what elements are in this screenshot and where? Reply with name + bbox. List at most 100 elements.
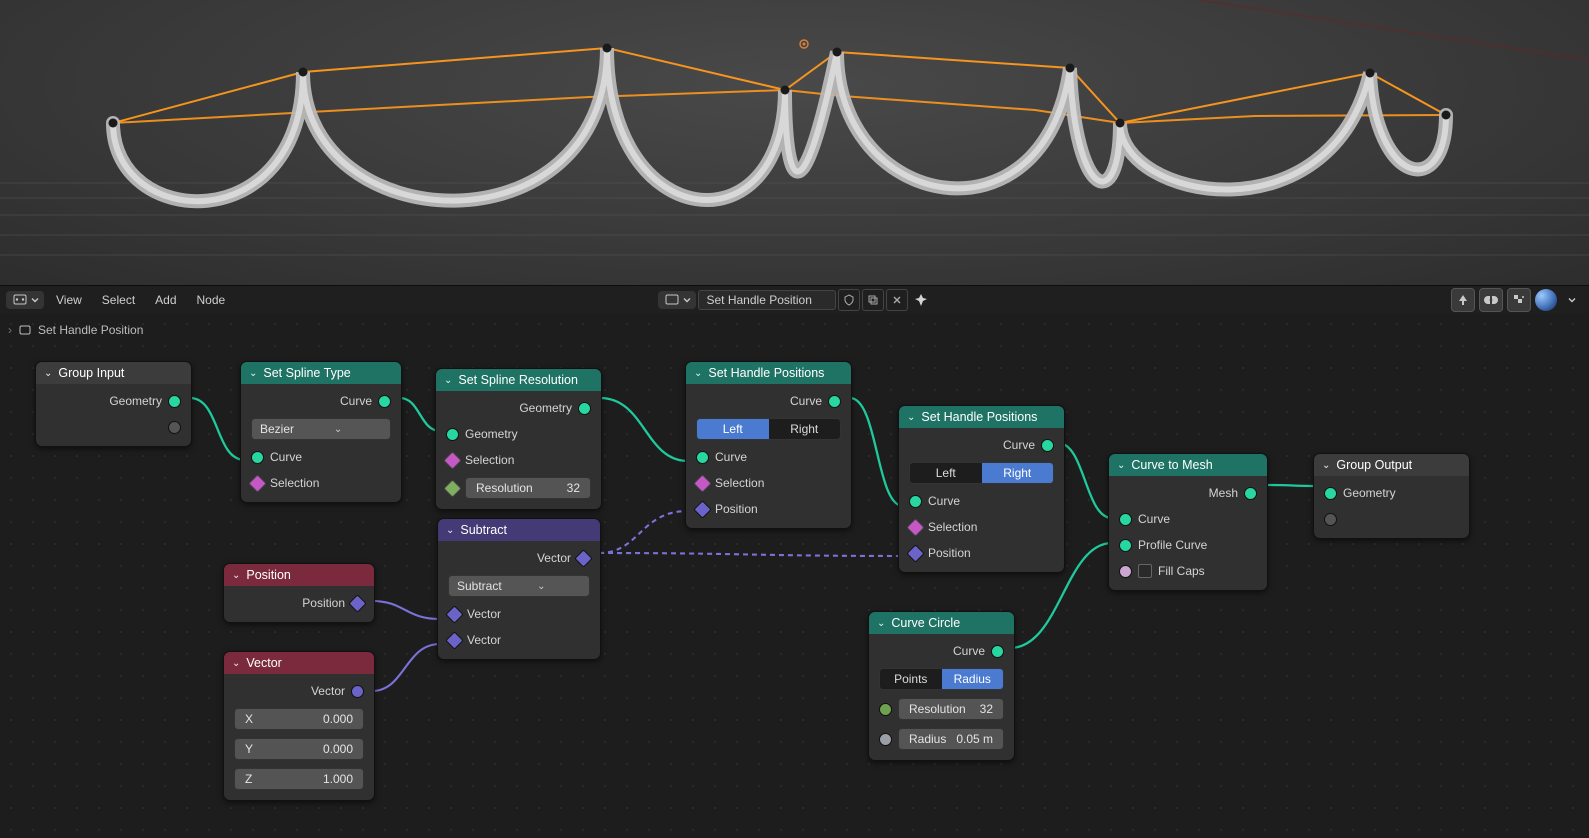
menu-node[interactable]: Node — [189, 290, 234, 310]
data-type-dropdown[interactable] — [658, 291, 696, 309]
node-curve-circle[interactable]: ⌄Curve Circle Curve Points Radius Resolu… — [868, 611, 1015, 761]
socket-vector-in[interactable] — [445, 631, 463, 649]
nodetree-icon — [18, 323, 32, 337]
node-group-output[interactable]: ⌄Group Output Geometry — [1313, 453, 1470, 539]
socket-label: Mesh — [1209, 486, 1238, 500]
seg-left[interactable]: Left — [910, 463, 982, 483]
node-group-input[interactable]: ⌄ Group Input Geometry — [35, 361, 192, 447]
socket-geometry-out[interactable] — [578, 402, 591, 415]
node-curve-to-mesh[interactable]: ⌄Curve to Mesh Mesh Curve Profile Curve … — [1108, 453, 1268, 591]
socket-curve-in[interactable] — [251, 451, 264, 464]
header-right-tools — [1451, 288, 1583, 312]
socket-label: Geometry — [1343, 486, 1396, 500]
socket-virtual-out[interactable] — [168, 421, 181, 434]
seg-points[interactable]: Points — [880, 669, 942, 689]
socket-virtual-in[interactable] — [1324, 513, 1337, 526]
field-label: Radius — [909, 732, 946, 746]
matcap-icon — [1535, 289, 1557, 311]
node-set-handle-positions-right[interactable]: ⌄Set Handle Positions Curve Left Right C… — [898, 405, 1065, 573]
socket-vector-out[interactable] — [574, 549, 592, 567]
socket-label: Curve — [1138, 512, 1170, 526]
circle-mode-segmented[interactable]: Points Radius — [879, 668, 1004, 690]
socket-vector-out[interactable] — [351, 685, 364, 698]
node-position[interactable]: ⌄Position Position — [223, 563, 375, 623]
header-active-path: Set Handle Position — [658, 289, 932, 311]
fake-user-button[interactable] — [838, 289, 860, 311]
node-set-spline-type[interactable]: ⌄Set Spline Type Curve Bezier⌄ Curve Sel… — [240, 361, 402, 503]
node-vector[interactable]: ⌄Vector Vector X0.000 Y0.000 Z1.000 — [223, 651, 375, 801]
overlay-icon — [1512, 293, 1526, 307]
node-vector-math-subtract[interactable]: ⌄Subtract Vector Subtract⌄ Vector Vector — [437, 518, 601, 660]
handle-mode-segmented[interactable]: Left Right — [696, 418, 841, 440]
socket-selection-in[interactable] — [906, 518, 924, 536]
circle-resolution-field[interactable]: Resolution32 — [898, 698, 1004, 720]
socket-position-in[interactable] — [906, 544, 924, 562]
socket-label: Curve — [340, 394, 372, 408]
close-icon — [891, 294, 903, 306]
resolution-field[interactable]: Resolution32 — [465, 477, 591, 499]
socket-label: Selection — [465, 453, 514, 467]
vector-x-field[interactable]: X 0.000 — [234, 708, 364, 730]
pin-button[interactable] — [910, 290, 932, 310]
socket-geometry-in[interactable] — [446, 428, 459, 441]
seg-left[interactable]: Left — [697, 419, 769, 439]
tool-overlay-button[interactable] — [1507, 288, 1531, 312]
menu-add[interactable]: Add — [147, 290, 184, 310]
viewport-3d[interactable] — [0, 0, 1589, 285]
node-title: ⌄ Group Input — [36, 362, 191, 384]
socket-curve-out[interactable] — [991, 645, 1004, 658]
socket-label: Selection — [270, 476, 319, 490]
socket-int-in[interactable] — [443, 479, 461, 497]
socket-vector-in[interactable] — [445, 605, 463, 623]
socket-int-in[interactable] — [879, 703, 892, 716]
node-set-handle-positions-left[interactable]: ⌄Set Handle Positions Curve Left Right C… — [685, 361, 852, 529]
socket-label: Position — [302, 596, 345, 610]
socket-selection-in[interactable] — [693, 474, 711, 492]
socket-profile-in[interactable] — [1119, 539, 1132, 552]
socket-curve-out[interactable] — [828, 395, 841, 408]
new-copy-button[interactable] — [862, 289, 884, 311]
socket-selection-in[interactable] — [443, 451, 461, 469]
tool-arrow-button[interactable] — [1451, 288, 1475, 312]
spline-type-dropdown[interactable]: Bezier⌄ — [251, 418, 391, 440]
socket-position-out[interactable] — [348, 594, 366, 612]
socket-geometry-in[interactable] — [1324, 487, 1337, 500]
node-title-label: Set Spline Resolution — [458, 373, 578, 387]
menu-select[interactable]: Select — [94, 290, 143, 310]
node-title-label: Subtract — [460, 523, 507, 537]
vector-z-field[interactable]: Z1.000 — [234, 768, 364, 790]
socket-float-in[interactable] — [879, 733, 892, 746]
tool-snap-button[interactable] — [1479, 288, 1503, 312]
socket-bool-in[interactable] — [1119, 565, 1132, 578]
active-node-path-field[interactable]: Set Handle Position — [698, 290, 836, 310]
socket-position-in[interactable] — [693, 500, 711, 518]
editor-type-dropdown[interactable] — [6, 291, 44, 309]
socket-label: Curve — [715, 450, 747, 464]
node-set-spline-resolution[interactable]: ⌄Set Spline Resolution Geometry Geometry… — [435, 368, 602, 510]
vector-op-dropdown[interactable]: Subtract⌄ — [448, 575, 590, 597]
fill-caps-checkbox[interactable] — [1138, 564, 1152, 578]
field-label: X — [245, 712, 253, 726]
seg-right[interactable]: Right — [769, 419, 841, 439]
seg-radius[interactable]: Radius — [942, 669, 1004, 689]
socket-curve-in[interactable] — [696, 451, 709, 464]
vector-y-field[interactable]: Y0.000 — [234, 738, 364, 760]
seg-right[interactable]: Right — [982, 463, 1054, 483]
field-value: 0.000 — [323, 712, 353, 726]
chevron-down-icon: ⌄ — [334, 424, 342, 435]
socket-curve-out[interactable] — [1041, 439, 1054, 452]
node-editor-canvas[interactable]: › Set Handle Position ⌄ Group Input — [0, 313, 1589, 838]
socket-selection-in[interactable] — [248, 474, 266, 492]
tool-shading-dropdown[interactable] — [1535, 289, 1557, 311]
socket-geometry-out[interactable] — [168, 395, 181, 408]
menu-view[interactable]: View — [48, 290, 90, 310]
handle-mode-segmented[interactable]: Left Right — [909, 462, 1054, 484]
socket-mesh-out[interactable] — [1244, 487, 1257, 500]
node-title-label: Set Spline Type — [263, 366, 350, 380]
socket-curve-in[interactable] — [909, 495, 922, 508]
tool-shading-caret[interactable] — [1561, 289, 1583, 311]
circle-radius-field[interactable]: Radius0.05 m — [898, 728, 1004, 750]
socket-curve-out[interactable] — [378, 395, 391, 408]
socket-curve-in[interactable] — [1119, 513, 1132, 526]
unlink-button[interactable] — [886, 289, 908, 311]
